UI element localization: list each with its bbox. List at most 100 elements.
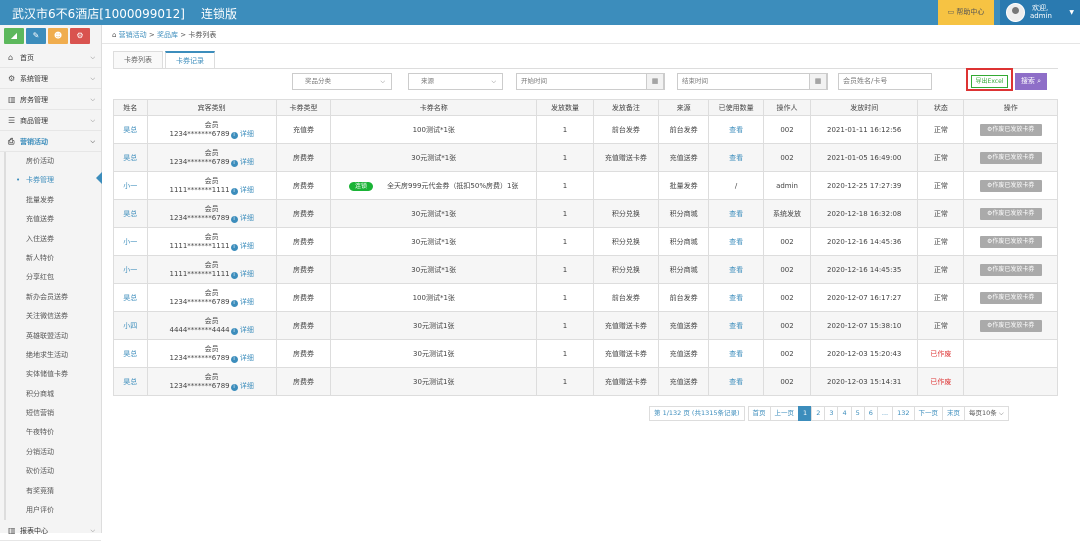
view-link[interactable]: 查看 bbox=[729, 378, 743, 386]
detail-link[interactable]: 详细 bbox=[240, 214, 254, 222]
page-number-button[interactable]: 4 bbox=[837, 406, 852, 421]
page-number-button[interactable]: 2 bbox=[811, 406, 826, 421]
detail-link[interactable]: 详细 bbox=[240, 354, 254, 362]
users-icon[interactable]: ☻ bbox=[48, 28, 68, 44]
guest-name-link[interactable]: 小一 bbox=[123, 238, 137, 246]
guest-name-link[interactable]: 昊总 bbox=[123, 350, 137, 358]
sidebar-subitem[interactable]: 实体储值卡券 bbox=[4, 365, 101, 385]
edit-icon[interactable]: ✎ bbox=[26, 28, 46, 44]
help-center-button[interactable]: ▭ 帮助中心 bbox=[938, 0, 994, 25]
sidebar-subitem[interactable]: 有奖竞猜 bbox=[4, 481, 101, 502]
sidebar-subitem[interactable]: 房价活动 bbox=[4, 152, 101, 172]
sidebar-item-2[interactable]: ▥ 房务管理 ⌵ bbox=[0, 89, 101, 110]
name-cell: 昊总 bbox=[113, 283, 148, 312]
sidebar-subitem[interactable]: 入住送券 bbox=[4, 229, 101, 249]
export-excel-button[interactable]: 导出Excel bbox=[971, 75, 1008, 88]
void-card-button[interactable]: ⚙作废已发放卡券 bbox=[979, 207, 1042, 220]
settings-icon[interactable]: ⚙ bbox=[70, 28, 90, 44]
caret-down-icon: ▼ bbox=[1069, 9, 1074, 16]
sidebar-subitem[interactable]: 用户评价 bbox=[4, 501, 101, 521]
chart-icon[interactable]: ◢ bbox=[4, 28, 24, 44]
guest-category-cell: 会员 1111*******1111 i 详细 bbox=[146, 255, 277, 284]
detail-link[interactable]: 详细 bbox=[240, 326, 254, 334]
next-page-button[interactable]: 下一页 bbox=[913, 406, 944, 421]
tab-card-list[interactable]: 卡券列表 bbox=[113, 51, 163, 68]
guest-name-link[interactable]: 昊总 bbox=[123, 294, 137, 302]
first-page-button[interactable]: 首页 bbox=[747, 406, 771, 421]
void-card-button[interactable]: ⚙作废已发放卡券 bbox=[979, 291, 1042, 304]
void-card-button[interactable]: ⚙作废已发放卡券 bbox=[979, 263, 1042, 276]
detail-link[interactable]: 详细 bbox=[240, 186, 254, 194]
detail-link[interactable]: 详细 bbox=[240, 242, 254, 250]
sidebar-subitem[interactable]: 新办会员送券 bbox=[4, 287, 101, 308]
guest-name-link[interactable]: 小一 bbox=[123, 182, 137, 190]
category-select[interactable]: 奖品分类 ⌵ bbox=[292, 73, 392, 90]
detail-link[interactable]: 详细 bbox=[240, 130, 254, 138]
menu-icon: ⌂ bbox=[8, 53, 14, 62]
sidebar-subitem[interactable]: 关注微信送券 bbox=[4, 307, 101, 327]
search-button[interactable]: 搜索 ⌕ bbox=[1015, 73, 1047, 90]
table-row: 小四 会员 4444*******4444 i 详细 房费券 30元测试1张 1 充值赠送卡券… bbox=[113, 311, 1058, 340]
sidebar-item-3[interactable]: ☰ 商品管理 ⌵ bbox=[0, 110, 101, 131]
view-link[interactable]: 查看 bbox=[729, 238, 743, 246]
detail-link[interactable]: 详细 bbox=[240, 158, 254, 166]
prev-page-button[interactable]: 上一页 bbox=[769, 406, 800, 421]
sidebar-item-4[interactable]: ⎙ 营销活动 ⌵ bbox=[0, 131, 101, 152]
void-card-button[interactable]: ⚙作废已发放卡券 bbox=[979, 179, 1042, 192]
sidebar-subitem[interactable]: 卡券管理 bbox=[4, 171, 101, 191]
sidebar-subitem[interactable]: 充值送券 bbox=[4, 210, 101, 230]
page-number-button[interactable]: 5 bbox=[850, 406, 865, 421]
page-number-button[interactable]: ... bbox=[876, 406, 894, 421]
page-number-button[interactable]: 3 bbox=[824, 406, 839, 421]
breadcrumb-marketing[interactable]: 营销活动 bbox=[119, 31, 147, 39]
start-time-input[interactable]: 开始时间 ▦ bbox=[516, 73, 665, 90]
last-page-button[interactable]: 末页 bbox=[942, 406, 966, 421]
sidebar-subitem[interactable]: 分销活动 bbox=[4, 442, 101, 463]
guest-name-link[interactable]: 小一 bbox=[123, 266, 137, 274]
calendar-icon[interactable]: ▦ bbox=[646, 73, 664, 90]
guest-name-link[interactable]: 昊总 bbox=[123, 210, 137, 218]
page-number-button[interactable]: 1 bbox=[798, 406, 813, 421]
void-card-button[interactable]: ⚙作废已发放卡券 bbox=[979, 151, 1042, 164]
view-link[interactable]: 查看 bbox=[729, 210, 743, 218]
view-link[interactable]: 查看 bbox=[729, 294, 743, 302]
user-menu[interactable]: 欢迎, admin ▼ bbox=[1000, 0, 1080, 25]
page-number-button[interactable]: 132 bbox=[892, 406, 915, 421]
source-select[interactable]: 来源 ⌵ bbox=[408, 73, 503, 90]
sidebar-subitem[interactable]: 午夜特价 bbox=[4, 423, 101, 443]
void-card-button[interactable]: ⚙作废已发放卡券 bbox=[979, 235, 1042, 248]
void-card-button[interactable]: ⚙作废已发放卡券 bbox=[979, 123, 1042, 136]
sidebar-subitem[interactable]: 砍价活动 bbox=[4, 462, 101, 482]
view-link[interactable]: 查看 bbox=[729, 126, 743, 134]
void-card-button[interactable]: ⚙作废已发放卡券 bbox=[979, 319, 1042, 332]
view-link[interactable]: 查看 bbox=[729, 350, 743, 358]
source: 积分商城 bbox=[657, 227, 710, 256]
view-link[interactable]: 查看 bbox=[729, 266, 743, 274]
detail-link[interactable]: 详细 bbox=[240, 298, 254, 306]
keyword-input[interactable]: 会员姓名/卡号 bbox=[838, 73, 932, 90]
end-time-input[interactable]: 结束时间 ▦ bbox=[677, 73, 828, 90]
tab-card-records[interactable]: 卡券记录 bbox=[165, 51, 215, 68]
sidebar-item-1[interactable]: ⚙ 系统管理 ⌵ bbox=[0, 68, 101, 89]
detail-link[interactable]: 详细 bbox=[240, 270, 254, 278]
sidebar-subitem[interactable]: 新人特价 bbox=[4, 248, 101, 269]
guest-name-link[interactable]: 昊总 bbox=[123, 378, 137, 386]
sidebar-subitem[interactable]: 积分商城 bbox=[4, 384, 101, 405]
sidebar-item-0[interactable]: ⌂ 首页 ⌵ bbox=[0, 47, 101, 68]
detail-link[interactable]: 详细 bbox=[240, 382, 254, 390]
sidebar-subitem[interactable]: 英雄联盟活动 bbox=[4, 326, 101, 346]
guest-name-link[interactable]: 小四 bbox=[123, 322, 137, 330]
sidebar-subitem[interactable]: 短信营销 bbox=[4, 404, 101, 424]
breadcrumb-prize-lib[interactable]: 奖品库 bbox=[157, 31, 178, 39]
guest-name-link[interactable]: 昊总 bbox=[123, 154, 137, 162]
per-page-select[interactable]: 每页10条 ⌵ bbox=[964, 406, 1009, 421]
view-link[interactable]: 查看 bbox=[729, 154, 743, 162]
calendar-icon[interactable]: ▦ bbox=[809, 73, 827, 90]
sidebar-subitem[interactable]: 分享红包 bbox=[4, 268, 101, 288]
guest-name-link[interactable]: 昊总 bbox=[123, 126, 137, 134]
sidebar-subitem[interactable]: 绝地求生活动 bbox=[4, 345, 101, 366]
sidebar-subitem[interactable]: 批量发券 bbox=[4, 190, 101, 211]
page-number-button[interactable]: 6 bbox=[863, 406, 878, 421]
sidebar-item-reports[interactable]: ▥ 报表中心 ⌵ bbox=[0, 520, 101, 542]
view-link[interactable]: 查看 bbox=[729, 322, 743, 330]
